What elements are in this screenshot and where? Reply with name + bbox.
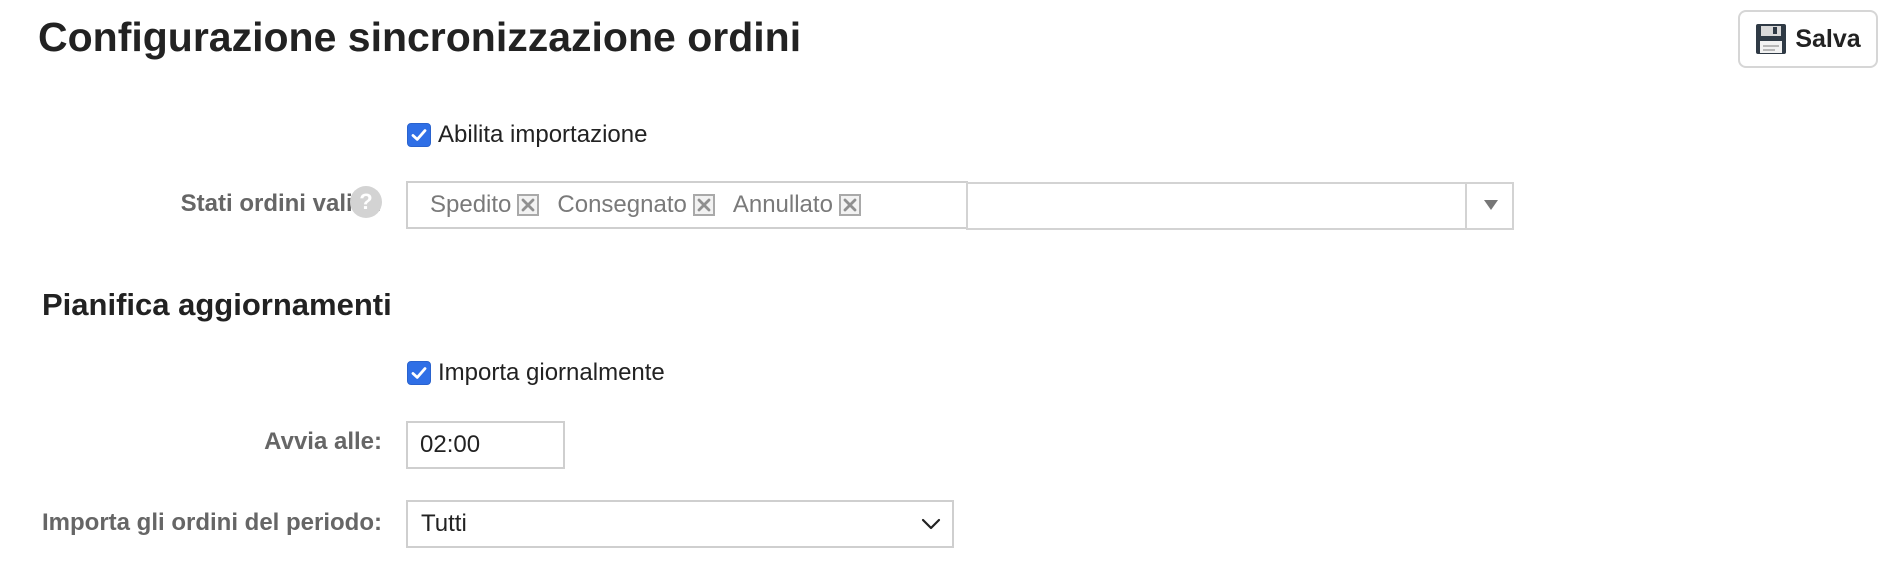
checkmark-icon [409,363,429,383]
save-button-label: Salva [1795,24,1861,53]
floppy-disk-icon [1755,23,1787,55]
caret-down-icon[interactable] [1484,200,1498,210]
tag-spedito: Spedito [430,191,540,219]
save-button[interactable]: Salva [1738,10,1878,68]
schedule-section-title: Pianifica aggiornamenti [42,287,392,322]
period-select[interactable]: Tutti [406,500,954,548]
enable-import-row[interactable]: Abilita importazione [407,121,647,149]
page-title: Configurazione sincronizzazione ordini [38,14,802,60]
valid-states-dropdown[interactable] [966,182,1514,230]
tag-label: Spedito [430,191,512,218]
daily-import-checkbox[interactable] [407,361,431,385]
dropdown-divider [1465,184,1467,228]
close-icon[interactable] [838,194,861,216]
daily-import-row[interactable]: Importa giornalmente [407,359,665,387]
tag-consegnato: Consegnato [557,191,715,219]
checkmark-icon [409,125,429,145]
tag-label: Consegnato [557,191,687,218]
start-time-input[interactable] [406,421,565,469]
close-icon[interactable] [517,194,540,216]
period-label: Importa gli ordini del periodo: [42,509,382,536]
enable-import-checkbox[interactable] [407,123,431,147]
tag-annullato: Annullato [733,191,861,219]
period-select-value: Tutti [421,510,467,537]
close-icon[interactable] [692,194,715,216]
enable-import-label: Abilita importazione [438,121,648,148]
daily-import-label: Importa giornalmente [438,359,665,386]
chevron-down-icon[interactable] [920,515,942,533]
help-icon[interactable]: ? [350,186,382,218]
valid-states-tags[interactable]: Spedito Consegnato Annullato [406,181,968,229]
tag-label: Annullato [732,191,833,218]
start-at-label: Avvia alle: [264,428,382,455]
